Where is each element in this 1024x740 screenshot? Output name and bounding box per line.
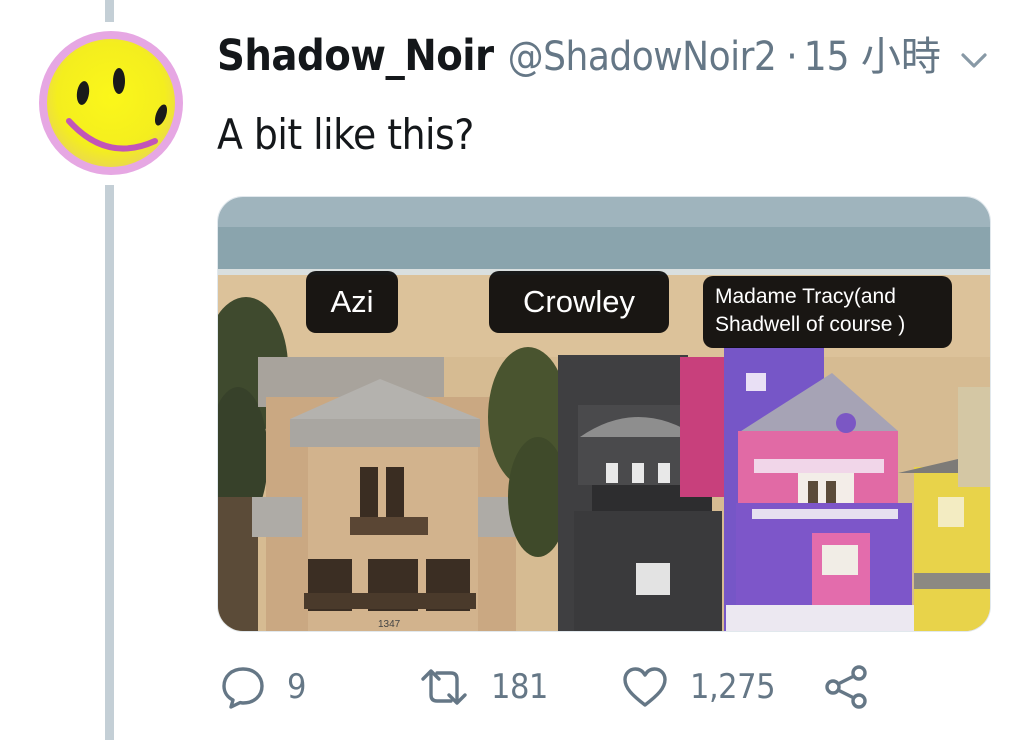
thread-line-bottom — [105, 185, 114, 740]
share-icon — [825, 665, 867, 709]
author-handle[interactable]: @ShadowNoir2 — [508, 34, 777, 80]
author-name[interactable]: Shadow_Noir — [217, 31, 494, 81]
label-tracy-line1: Madame Tracy(and — [715, 285, 896, 308]
tweet-timestamp[interactable]: 15 小時 — [804, 24, 941, 82]
heart-icon — [623, 667, 667, 707]
tweet-header: Shadow_Noir @ShadowNoir2 · 15 小時 — [217, 24, 941, 82]
label-madame-tracy: Madame Tracy(and Shadwell of course ) — [703, 276, 952, 348]
retweet-icon — [421, 669, 467, 705]
reply-button[interactable]: 9 — [221, 660, 306, 714]
tweet-actions: 9 181 1,275 — [217, 660, 997, 714]
avatar[interactable] — [37, 29, 185, 177]
reply-count: 9 — [287, 667, 306, 707]
tweet-image[interactable]: 1347 Azi Crowley Madame Tracy(and Shadwe… — [217, 196, 991, 632]
retweet-count: 181 — [491, 667, 548, 707]
share-button[interactable] — [823, 660, 869, 714]
like-button[interactable]: 1,275 — [622, 660, 776, 714]
label-azi: Azi — [306, 271, 398, 333]
like-count: 1,275 — [690, 667, 776, 707]
beach-houses-photo: 1347 — [218, 197, 990, 631]
reply-icon — [222, 667, 264, 709]
separator-dot: · — [786, 34, 798, 80]
thread-line-top — [105, 0, 114, 22]
house-number: 1347 — [378, 619, 401, 630]
label-tracy-line2: Shadwell of course ) — [715, 313, 906, 336]
smiley-face-icon — [39, 31, 183, 175]
tweet-text: A bit like this? — [217, 110, 474, 159]
tweet-menu-button[interactable] — [958, 44, 990, 76]
retweet-button[interactable]: 181 — [419, 660, 548, 714]
chevron-down-icon — [961, 53, 987, 68]
label-crowley: Crowley — [489, 271, 669, 333]
